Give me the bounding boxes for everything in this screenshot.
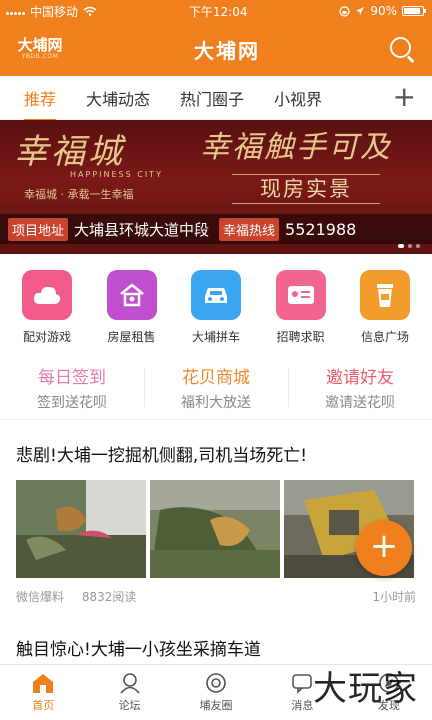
tab-hot-circles[interactable]: 热门圈子 — [180, 86, 244, 110]
cloud-icon — [22, 270, 72, 320]
clock: 下午12:04 — [188, 4, 248, 19]
article-photo[interactable] — [16, 480, 146, 578]
battery-percent: 90% — [370, 4, 397, 18]
banner-slogan: 幸福城 · 承载一生幸福 — [24, 188, 134, 201]
message-icon — [292, 674, 313, 694]
bottom-nav: 首页 论坛 埔友圈 消息 发现 大玩家 — [0, 664, 432, 720]
nav-forum[interactable]: 论坛 — [86, 665, 172, 720]
promo-daily-checkin[interactable]: 每日签到 签到送花呗 — [0, 356, 144, 419]
grid-item-pairing-game[interactable]: 配对游戏 — [14, 270, 80, 350]
page-title: 大埔网 — [194, 38, 260, 63]
address-text: 大埔县环城大道中段 — [74, 220, 210, 239]
status-bar: 中国移动 下午12:04 90% — [0, 0, 432, 22]
article-source: 微信爆料 — [16, 590, 65, 604]
search-button[interactable] — [388, 35, 416, 63]
location-icon — [356, 7, 365, 15]
address-tag: 项目地址 — [8, 217, 69, 241]
banner-headline-left: 幸福城 — [14, 132, 125, 172]
forum-icon — [119, 673, 140, 694]
lock-rotation-icon — [339, 5, 350, 17]
grid-item-carpool[interactable]: 大埔拼车 — [183, 270, 249, 350]
article-reads: 8832阅读 — [81, 590, 137, 604]
banner-badge: 现房实景 — [232, 174, 380, 204]
top-bar: 中国移动 下午12:04 90% 大埔网 YBDB.COM 大埔网 — [0, 0, 432, 76]
hotline-number: 5521988 — [285, 219, 357, 239]
watermark: 大玩家 — [313, 669, 418, 709]
tab-dabu-news[interactable]: 大埔动态 — [86, 86, 150, 110]
channel-tabs: 推荐 大埔动态 热门圈子 小视界 + — [0, 76, 432, 121]
article-photos — [16, 480, 416, 578]
nav-home[interactable]: 首页 — [0, 665, 86, 720]
car-icon — [191, 270, 241, 320]
cup-icon — [360, 270, 410, 320]
tab-recommend[interactable]: 推荐 — [24, 86, 57, 121]
nav-friends-circle[interactable]: 埔友圈 — [173, 665, 259, 720]
id-card-icon — [275, 270, 326, 320]
promo-row: 每日签到 签到送花呗 花贝商城 福利大放送 邀请好友 邀请送花呗 — [0, 356, 432, 420]
banner-carousel[interactable]: 幸福城 幸福触手可及 HAPPINESS CITY 幸福城 · 承载一生幸福 现… — [0, 120, 432, 254]
grid-item-jobs[interactable]: 招聘求职 — [268, 270, 334, 350]
app-screen: 中国移动 下午12:04 90% 大埔网 YBDB.COM 大埔网 推荐 大埔动… — [0, 0, 432, 720]
house-icon — [106, 270, 157, 320]
grid-item-house-rental[interactable]: 房屋租售 — [99, 270, 165, 350]
news-card[interactable]: 悲剧!大埔一挖掘机侧翻,司机当场死亡! 微信爆料 8832阅读 1小时前 + — [0, 432, 432, 605]
signal-icon — [6, 7, 25, 15]
hotline-tag: 幸福热线 — [219, 217, 280, 241]
banner-address-bar: 项目地址 大埔县环城大道中段 幸福热线 5521988 — [0, 214, 432, 244]
article-time: 1小时前 — [372, 590, 416, 604]
article-title[interactable]: 悲剧!大埔一挖掘机侧翻,司机当场死亡! — [16, 444, 416, 468]
promo-invite-friends[interactable]: 邀请好友 邀请送花呗 — [288, 356, 432, 419]
next-article-title[interactable]: 触目惊心!大埔一小孩坐采摘车道 — [0, 605, 432, 660]
promo-mall[interactable]: 花贝商城 福利大放送 — [144, 356, 288, 419]
home-icon — [33, 674, 54, 693]
carrier-label: 中国移动 — [30, 4, 79, 19]
battery-icon — [402, 6, 426, 16]
app-header: 大埔网 YBDB.COM 大埔网 — [0, 22, 432, 76]
tab-small-vision[interactable]: 小视界 — [274, 86, 322, 110]
banner-headline-right: 幸福触手可及 — [200, 130, 392, 165]
add-post-button[interactable]: + — [356, 520, 412, 576]
add-channel-button[interactable]: + — [393, 83, 416, 111]
app-logo[interactable]: 大埔网 YBDB.COM — [14, 29, 66, 69]
article-photo[interactable] — [150, 480, 280, 578]
feature-grid: 配对游戏 房屋租售 大埔拼车 招聘求职 信息广场 — [0, 254, 432, 350]
wifi-icon — [83, 6, 97, 16]
carousel-dots — [398, 244, 420, 248]
grid-item-info-square[interactable]: 信息广场 — [352, 270, 418, 350]
circle-icon — [206, 673, 226, 693]
article-meta: 微信爆料 8832阅读 1小时前 — [16, 588, 416, 605]
banner-city-en: HAPPINESS CITY — [70, 170, 163, 179]
